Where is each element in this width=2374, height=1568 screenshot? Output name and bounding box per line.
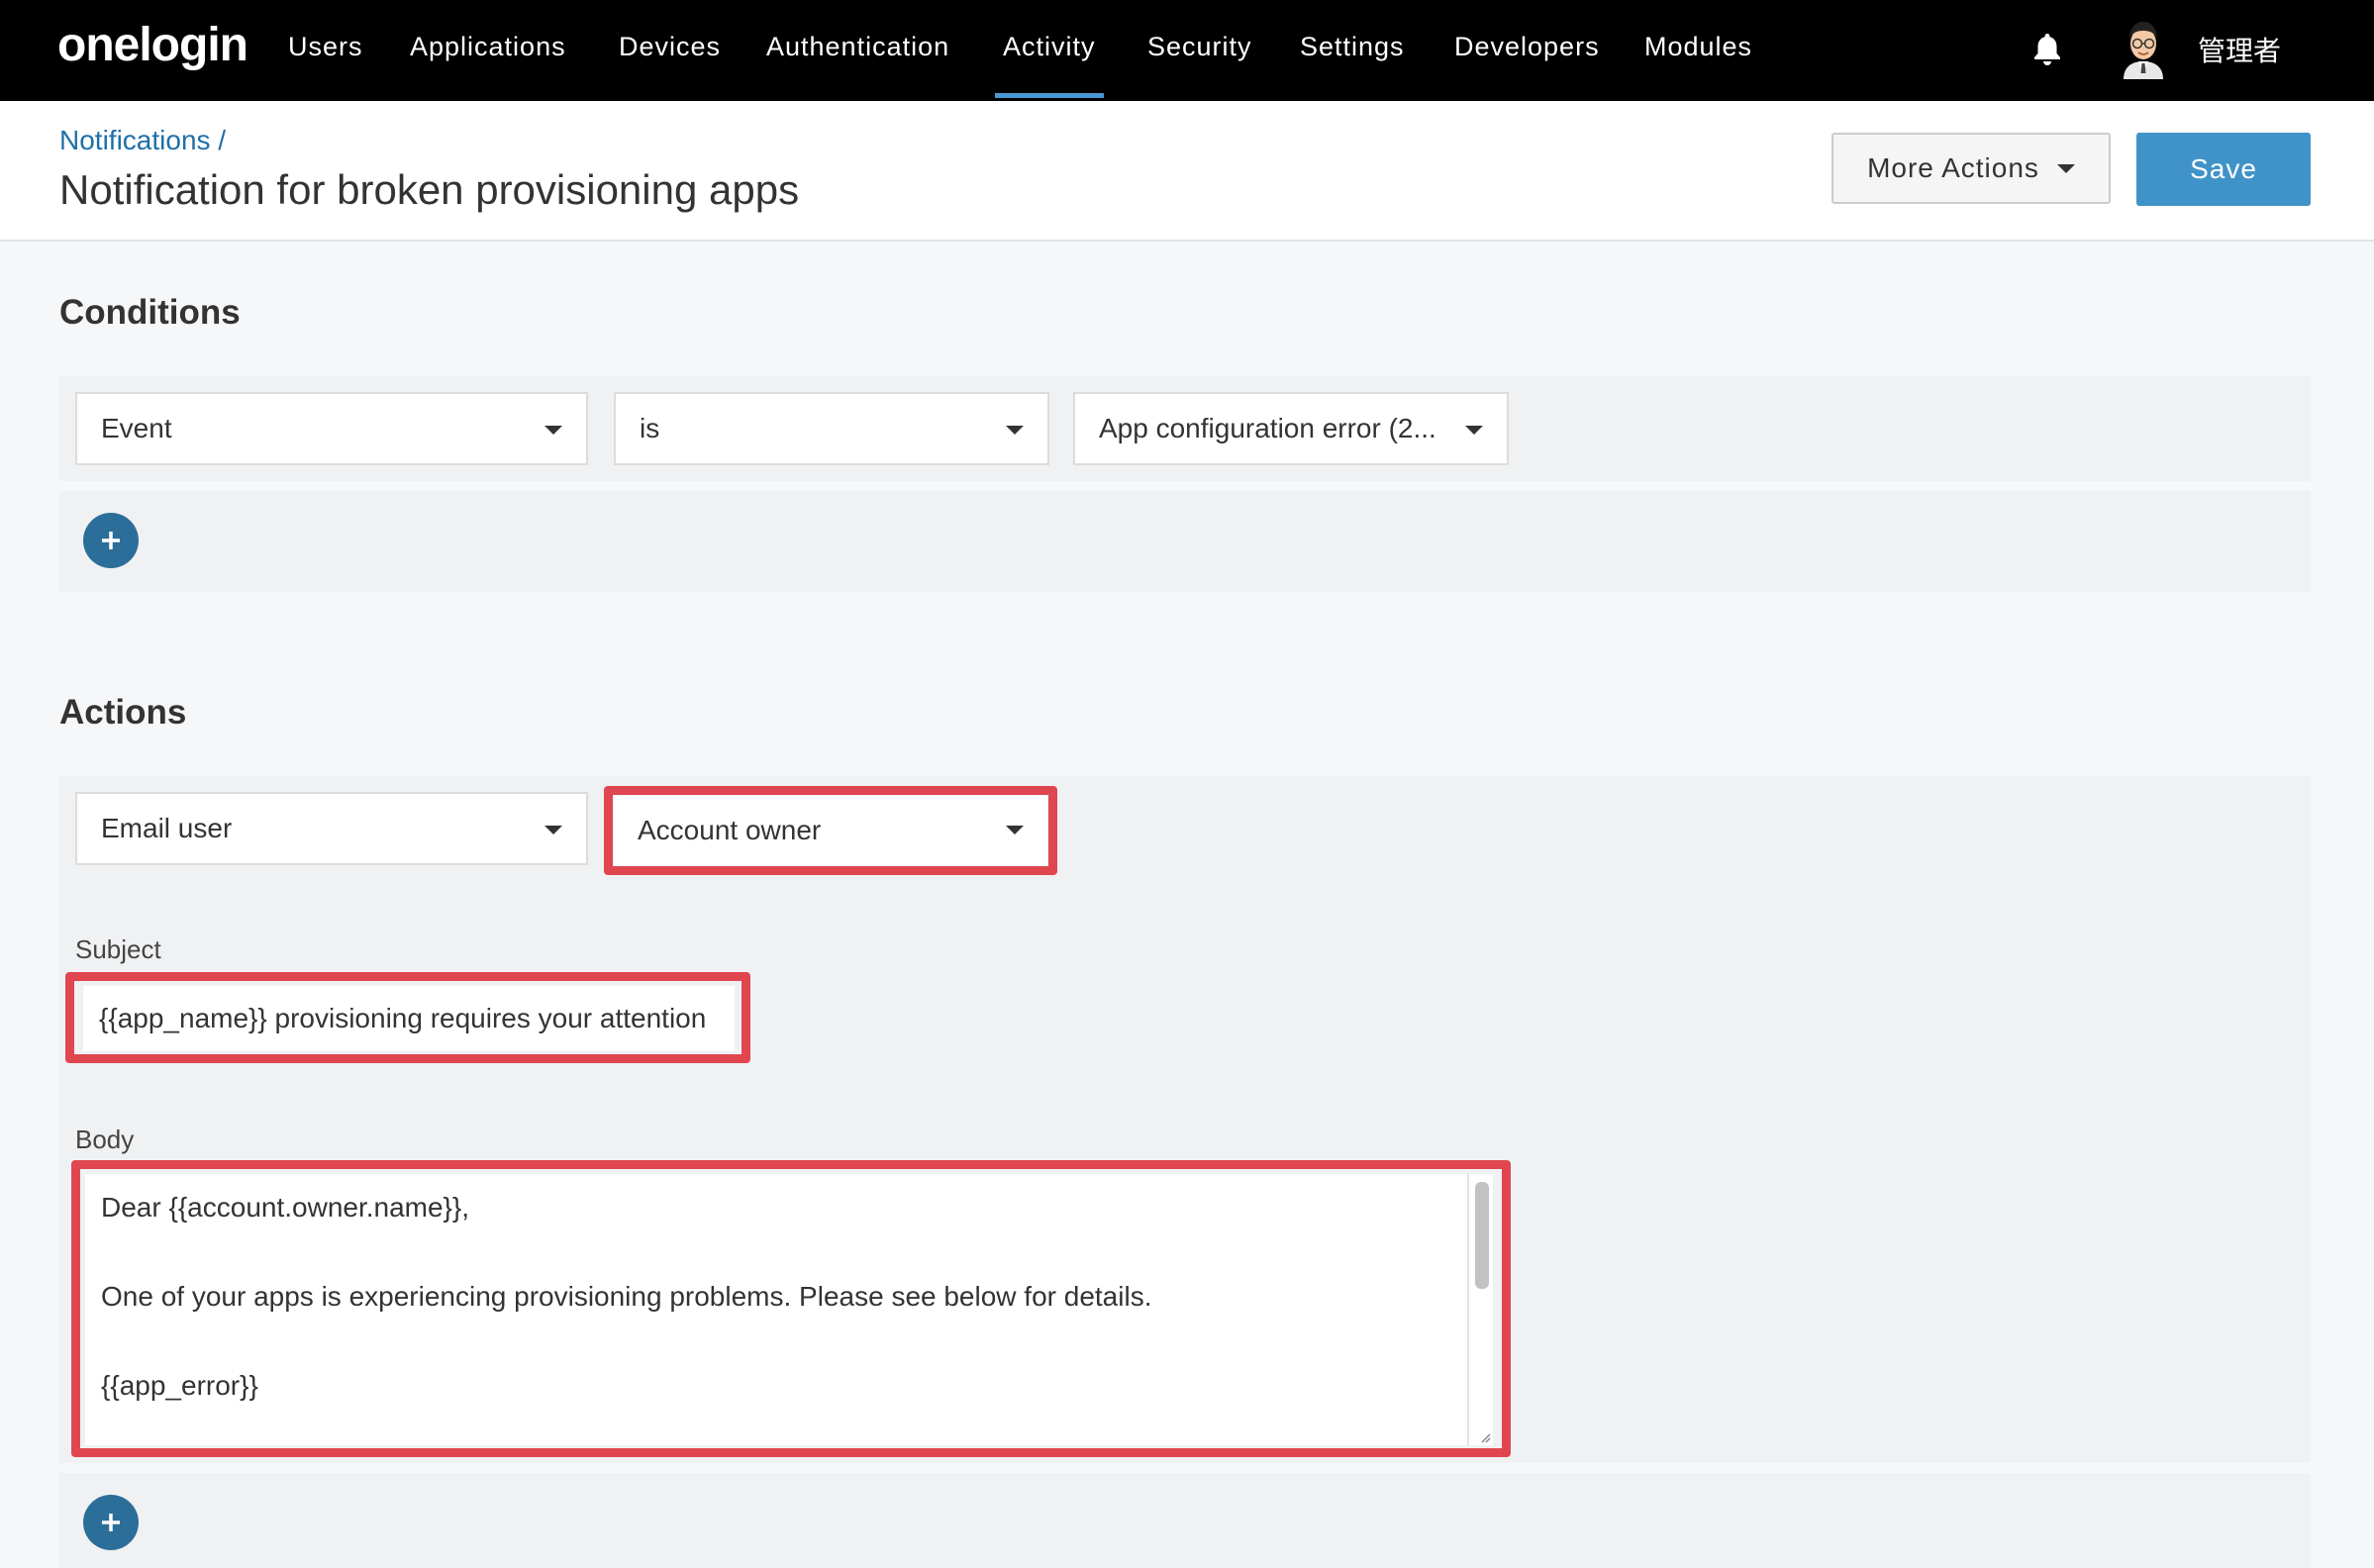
breadcrumb[interactable]: Notifications / [59, 125, 226, 156]
plus-icon [102, 1514, 120, 1531]
condition-field-value: Event [101, 413, 172, 443]
actions-heading: Actions [59, 693, 187, 732]
user-name[interactable]: 管理者 [2198, 30, 2281, 69]
scrollbar-thumb[interactable] [1475, 1182, 1489, 1289]
save-button[interactable]: Save [2136, 133, 2311, 206]
caret-down-icon [1006, 426, 1024, 435]
caret-down-icon [544, 826, 562, 834]
resize-handle-icon[interactable] [1479, 1431, 1491, 1443]
body-scrollbar[interactable] [1467, 1174, 1493, 1445]
nav-devices[interactable]: Devices [619, 32, 721, 62]
add-action-button[interactable] [83, 1495, 139, 1550]
more-actions-label: More Actions [1867, 152, 2039, 183]
onelogin-logo[interactable]: onelogin [57, 18, 248, 72]
caret-down-icon [544, 426, 562, 435]
condition-operator-select[interactable]: is [614, 392, 1049, 465]
condition-field-select[interactable]: Event [75, 392, 588, 465]
body-line: Dear {{account.owner.name}}, [101, 1192, 470, 1223]
condition-operator-value: is [640, 413, 660, 443]
nav-users[interactable]: Users [288, 32, 363, 62]
nav-authentication[interactable]: Authentication [766, 32, 949, 62]
caret-down-icon [2056, 163, 2075, 173]
page-header: Notifications / Notification for broken … [0, 101, 2374, 242]
nav-settings[interactable]: Settings [1300, 32, 1405, 62]
page-title: Notification for broken provisioning app… [59, 166, 800, 213]
subject-label: Subject [75, 934, 161, 964]
action-type-value: Email user [101, 813, 233, 843]
nav-applications[interactable]: Applications [410, 32, 566, 62]
caret-down-icon [1006, 826, 1024, 834]
nav-modules[interactable]: Modules [1644, 32, 1752, 62]
add-condition-button[interactable] [83, 513, 139, 568]
nav-activity[interactable]: Activity [995, 32, 1103, 98]
bell-icon[interactable] [2031, 32, 2063, 70]
action-type-select[interactable]: Email user [75, 792, 588, 865]
caret-down-icon [1465, 426, 1483, 435]
condition-value-select[interactable]: App configuration error (2... [1073, 392, 1509, 465]
recipient-value: Account owner [638, 815, 822, 845]
action-add-row [59, 1473, 2311, 1568]
nav-developers[interactable]: Developers [1454, 32, 1600, 62]
body-textarea[interactable]: Dear {{account.owner.name}}, One of your… [85, 1174, 1493, 1445]
recipient-select[interactable]: Account owner [614, 796, 1047, 865]
subject-input[interactable]: {{app_name}} provisioning requires your … [83, 986, 735, 1051]
body-line: One of your apps is experiencing provisi… [101, 1281, 1152, 1312]
plus-icon [102, 532, 120, 549]
body-line: {{app_error}} [101, 1370, 258, 1401]
more-actions-button[interactable]: More Actions [1831, 133, 2111, 204]
condition-value-text: App configuration error (2... [1099, 413, 1436, 443]
avatar[interactable] [2119, 18, 2168, 79]
condition-add-row [59, 491, 2311, 592]
top-navigation: onelogin Users Applications Devices Auth… [0, 0, 2374, 101]
nav-security[interactable]: Security [1147, 32, 1252, 62]
conditions-heading: Conditions [59, 293, 241, 332]
body-label: Body [75, 1125, 135, 1154]
